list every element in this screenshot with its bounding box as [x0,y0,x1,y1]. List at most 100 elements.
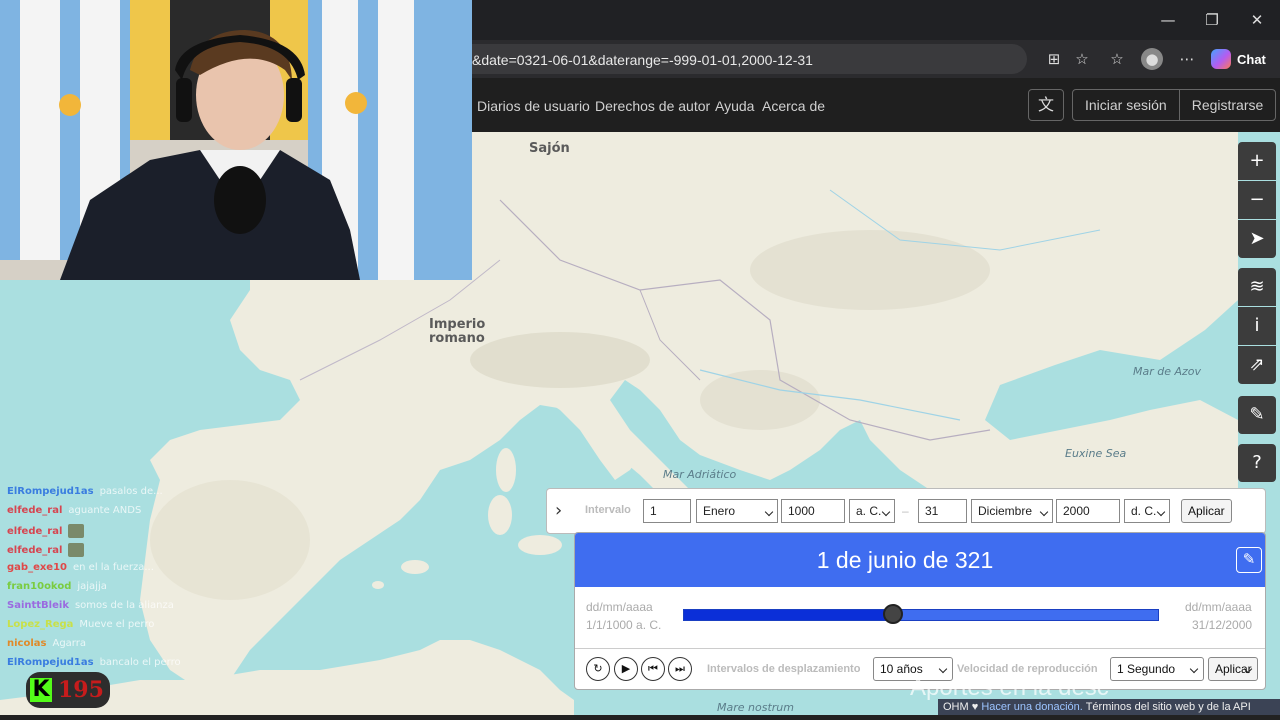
register-button[interactable]: Registrarse [1178,90,1276,120]
end-month-value: Diciembre [978,504,1033,518]
locate-icon[interactable]: ➤ [1238,220,1276,258]
info-icon[interactable]: i [1238,307,1276,345]
start-month-value: Enero [703,504,736,518]
apply-interval-button[interactable]: Aplicar [1181,499,1232,523]
step-label: Intervalos de desplazamiento [707,663,861,675]
map-label-mare-nostrum: Mare nostrum [717,701,794,714]
viewer-count: 195 [58,677,104,703]
restore-icon[interactable]: ❐ [1202,10,1222,30]
chat-text: en el la fuerza... [73,562,154,573]
login-button[interactable]: Iniciar sesión [1073,90,1179,120]
chat-text: somos de la alianza [74,600,174,611]
time-slider-panel: 1 de junio de 321 ✎ dd/mm/aaaa 1/1/1000 … [574,532,1266,690]
browser-titlebar: — ❐ ✕ [472,0,1280,40]
chat-username: elfede_ral [7,545,63,556]
refresh-icon[interactable]: ↻ [586,657,610,681]
minimize-icon[interactable]: — [1158,10,1178,30]
chat-message: elfede_ral [7,543,85,557]
map-attribution: OHM ♥ Hacer una donación. Términos del s… [938,699,1280,716]
nav-user-diaries[interactable]: Diarios de usuario [477,98,590,114]
chat-message: ElRompejud1as pasalos de... [7,486,163,497]
apply-label: Aplicar [1215,662,1252,676]
chat-username: elfede_ral [7,505,63,516]
start-era-value: a. C. [856,504,882,518]
chat-message: gab_exe10 en el la fuerza... [7,562,154,573]
nav-copyright[interactable]: Derechos de autor [595,98,710,114]
nav-help[interactable]: Ayuda [715,98,754,114]
copilot-chat-button[interactable]: Chat [1207,46,1272,72]
skip-back-icon[interactable]: ⏮ [641,657,665,681]
chat-text: aguante ANDS [68,505,142,516]
query-icon[interactable]: ? [1238,444,1276,482]
interval-label: Intervalo [585,504,631,516]
chat-message: nicolas Agarra [7,638,86,649]
time-slider-fill [684,610,893,620]
chat-username: gab_exe10 [7,562,67,573]
url-text: &date=0321-06-01&daterange=-999-01-01,20… [472,52,813,68]
time-slider-thumb[interactable] [882,604,903,624]
more-icon[interactable]: ⋯ [1176,48,1198,70]
star-icon[interactable]: ☆ [1071,48,1093,70]
time-slider-track[interactable] [683,609,1159,621]
chevron-right-icon[interactable]: › [555,500,562,521]
terms-link[interactable]: Términos del sitio web y de la API [1086,701,1251,713]
profile-avatar[interactable]: ● [1141,48,1163,70]
start-month-select[interactable]: Enero [696,499,778,523]
skip-forward-icon[interactable]: ⏭ [668,657,692,681]
heart-icon: ♥ [971,701,979,713]
end-year-input[interactable]: 2000 [1056,499,1120,523]
app-icon[interactable]: ⊞ [1043,48,1065,70]
kick-viewer-badge: K 195 [26,672,110,708]
start-date-placeholder[interactable]: dd/mm/aaaa [586,600,653,614]
layers-icon[interactable]: ≋ [1238,268,1276,306]
chat-message: elfede_ral [7,524,85,538]
chat-label: Chat [1237,51,1266,67]
end-era-value: d. C. [1131,504,1157,518]
end-day-input[interactable]: 31 [918,499,967,523]
end-date-placeholder[interactable]: dd/mm/aaaa [1185,600,1252,614]
chat-text: pasalos de... [99,486,163,497]
map-label-empire: Imperio [429,317,486,332]
webcam-feed [0,0,472,280]
ohm-label[interactable]: OHM [943,701,969,713]
kick-logo-icon: K [30,678,52,702]
pencil-icon[interactable]: ✎ [1236,547,1262,573]
chat-text: jajajja [77,581,107,592]
end-month-select[interactable]: Diciembre [971,499,1053,523]
zoom-in-icon[interactable]: + [1238,142,1276,180]
close-icon[interactable]: ✕ [1247,10,1267,30]
note-icon[interactable]: ✎ [1238,396,1276,434]
donate-link[interactable]: Hacer una donación. [981,701,1083,713]
chat-username: ElRompejud1as [7,657,94,668]
nav-about[interactable]: Acerca de [762,98,825,114]
start-day-input[interactable]: 1 [643,499,691,523]
end-date-value: 31/12/2000 [1192,618,1253,632]
chat-message: Lopez_Rega Mueve el perro [7,619,154,630]
chat-username: nicolas [7,638,47,649]
start-date-value: 1/1/1000 a. C. [586,618,662,632]
map-label-euxine: Euxine Sea [1065,447,1127,460]
translate-icon[interactable]: 文 [1028,89,1064,121]
start-era-select[interactable]: a. C. [849,499,895,523]
current-date-band: 1 de junio de 321 ✎ [575,533,1265,587]
chat-username: Lopez_Rega [7,619,74,630]
speed-select[interactable]: 1 Segundo [1110,657,1204,681]
end-era-select[interactable]: d. C. [1124,499,1170,523]
chat-username: ElRompejud1as [7,486,94,497]
map-label-adriatic: Mar Adriático [663,468,737,481]
map-label-empire-line2: romano [429,331,485,346]
address-bar[interactable]: &date=0321-06-01&daterange=-999-01-01,20… [472,44,1027,74]
play-icon[interactable]: ▶ [614,657,638,681]
share-icon[interactable]: ⇗ [1238,346,1276,384]
current-date: 1 de junio de 321 [816,547,994,573]
copilot-icon [1211,49,1231,69]
start-year-input[interactable]: 1000 [781,499,845,523]
apply-speed-button[interactable]: Aplicar [1208,657,1258,681]
speed-value: 1 Segundo [1117,662,1176,676]
favorites-icon[interactable]: ☆ [1106,48,1128,70]
interval-separator: – [902,504,909,518]
zoom-out-icon[interactable]: − [1238,181,1276,219]
chat-username: elfede_ral [7,526,63,537]
emote-icon [68,524,85,538]
bottom-strip [0,715,1280,720]
